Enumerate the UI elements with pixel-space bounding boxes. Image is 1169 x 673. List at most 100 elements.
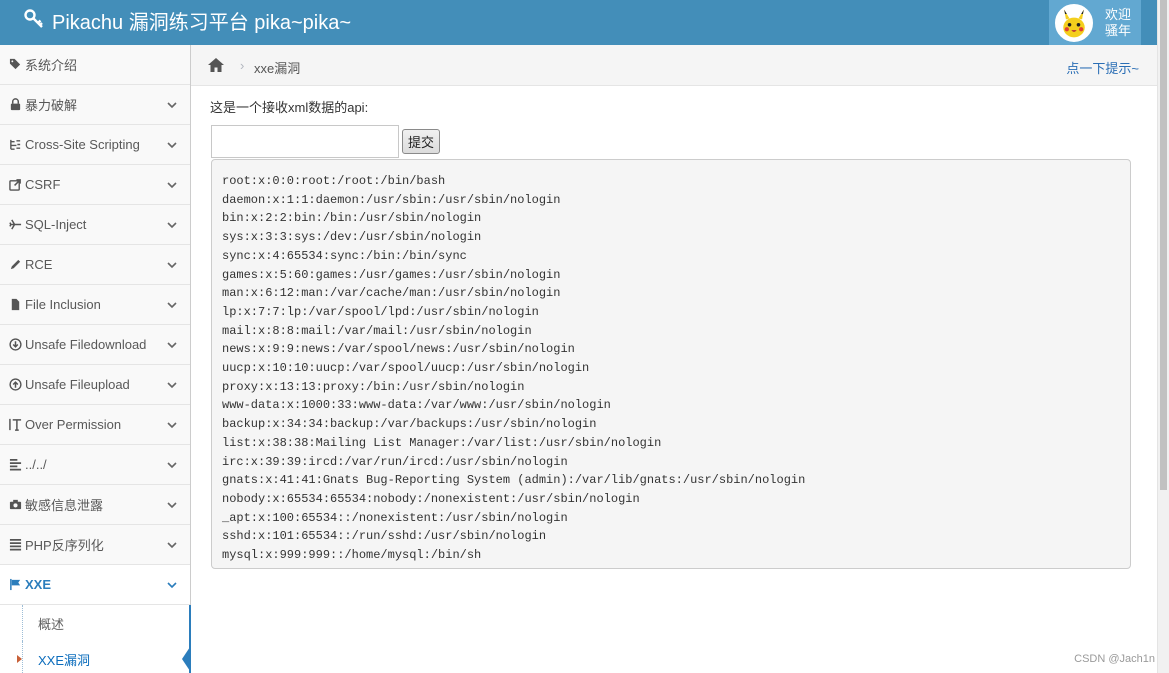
caret-right-icon: [17, 655, 22, 663]
align-left-icon: [8, 458, 22, 472]
sidebar-item-php-unserialize[interactable]: PHP反序列化: [0, 525, 190, 565]
result-line: man:x:6:12:man:/var/cache/man:/usr/sbin/…: [222, 286, 561, 301]
chevron-down-icon: [167, 222, 177, 229]
result-line: news:x:9:9:news:/var/spool/news:/usr/sbi…: [222, 342, 575, 357]
chevron-down-icon: [167, 582, 177, 589]
intro-text: 这是一个接收xml数据的api:: [210, 100, 369, 115]
submenu-item-label: 概述: [38, 616, 65, 632]
chevron-down-icon: [167, 182, 177, 189]
sidebar-item-label: ../../: [25, 457, 47, 472]
result-line: lp:x:7:7:lp:/var/spool/lpd:/usr/sbin/nol…: [222, 304, 539, 319]
result-line: bin:x:2:2:bin:/bin:/usr/sbin/nologin: [222, 211, 482, 226]
chevron-down-icon: [167, 342, 177, 349]
submenu-item-overview[interactable]: 概述: [0, 605, 190, 641]
result-line: root:x:0:0:root:/root:/bin/bash: [222, 174, 446, 188]
xml-input[interactable]: [211, 125, 399, 158]
result-line: irc:x:39:39:ircd:/var/run/ircd:/usr/sbin…: [222, 454, 568, 469]
result-line: _apt:x:100:65534::/nonexistent:/usr/sbin…: [222, 510, 568, 525]
text-height-icon: [8, 418, 22, 432]
sidebar-item-unsafe-fileupload[interactable]: Unsafe Fileupload: [0, 365, 190, 405]
sidebar-item-over-permission[interactable]: Over Permission: [0, 405, 190, 445]
vertical-scrollbar[interactable]: [1157, 0, 1169, 673]
result-line: sync:x:4:65534:sync:/bin:/bin/sync: [222, 248, 467, 263]
active-indicator-strip: [189, 605, 191, 673]
welcome-line-1: 欢迎: [1105, 6, 1132, 22]
chevron-down-icon: [167, 502, 177, 509]
sidebar-item-label: RCE: [25, 257, 53, 272]
sidebar-item-label: Unsafe Filedownload: [25, 337, 147, 352]
sidebar-item-label: Unsafe Fileupload: [25, 377, 130, 392]
sidebar-item-intro[interactable]: 系统介绍: [0, 45, 190, 85]
submit-button[interactable]: 提交: [402, 129, 440, 154]
flag-icon: [8, 578, 22, 592]
breadcrumb-current: xxe漏洞: [254, 61, 301, 76]
align-justify-icon: [8, 538, 22, 552]
brand[interactable]: Pikachu 漏洞练习平台 pika~pika~: [24, 9, 351, 36]
result-line: www-data:x:1000:33:www-data:/var/www:/us…: [222, 398, 611, 413]
plane-icon: [8, 218, 22, 232]
sidebar-item-csrf[interactable]: CSRF: [0, 165, 190, 205]
watermark: CSDN @Jach1n: [1074, 653, 1155, 665]
sidebar-item-label: 系统介绍: [25, 58, 78, 73]
result-output: root:x:0:0:root:/root:/bin/bash daemon:x…: [222, 172, 1120, 565]
scrollbar-thumb[interactable]: [1160, 0, 1167, 490]
chevron-down-icon: [167, 262, 177, 269]
submenu-item-xxe-vuln[interactable]: XXE漏洞: [0, 641, 190, 673]
sidebar-item-xxe[interactable]: XXE: [0, 565, 190, 605]
result-line: nobody:x:65534:65534:nobody:/nonexistent…: [222, 491, 640, 506]
breadcrumb-separator: ›: [240, 58, 245, 73]
sidebar-item-label: File Inclusion: [25, 297, 101, 312]
result-line: sys:x:3:3:sys:/dev:/usr/sbin/nologin: [222, 230, 482, 245]
result-line: mail:x:8:8:mail:/var/mail:/usr/sbin/nolo…: [222, 323, 532, 338]
sidebar-item-info-leak[interactable]: 敏感信息泄露: [0, 485, 190, 525]
sidebar-item-label: SQL-Inject: [25, 217, 87, 232]
sidebar-item-xss[interactable]: Cross-Site Scripting: [0, 125, 190, 165]
lock-icon: [8, 98, 22, 112]
key-icon: [24, 9, 44, 36]
sidebar-item-label: Cross-Site Scripting: [25, 137, 140, 152]
pencil-icon: [8, 258, 22, 272]
share-icon: [8, 178, 22, 192]
sidebar-item-label: Over Permission: [25, 417, 122, 432]
sidebar-item-path-traversal[interactable]: ../../: [0, 445, 190, 485]
user-menu[interactable]: 欢迎 骚年: [1049, 0, 1141, 45]
sidebar-item-label: 暴力破解: [25, 98, 78, 113]
result-line: list:x:38:38:Mailing List Manager:/var/l…: [222, 435, 662, 450]
result-line: backup:x:34:34:backup:/var/backups:/usr/…: [222, 417, 597, 432]
breadcrumb: › xxe漏洞 点一下提示~: [191, 45, 1157, 86]
submenu-item-label: XXE漏洞: [38, 652, 91, 668]
hint-link[interactable]: 点一下提示~: [1066, 58, 1139, 77]
sidebar-item-unsafe-filedownload[interactable]: Unsafe Filedownload: [0, 325, 190, 365]
sidebar-item-label: XXE: [25, 577, 52, 592]
camera-icon: [8, 498, 22, 512]
result-line: games:x:5:60:games:/usr/games:/usr/sbin/…: [222, 267, 561, 282]
home-icon[interactable]: [207, 57, 225, 73]
chevron-down-icon: [167, 422, 177, 429]
avatar: [1055, 3, 1093, 42]
top-navbar: Pikachu 漏洞练习平台 pika~pika~ 欢迎 骚年: [0, 0, 1157, 45]
chevron-down-icon: [167, 462, 177, 469]
sidebar-item-label: PHP反序列化: [25, 538, 104, 553]
tags-icon: [8, 58, 22, 72]
sidebar-item-brute-force[interactable]: 暴力破解: [0, 85, 190, 125]
sidebar-item-rce[interactable]: RCE: [0, 245, 190, 285]
chevron-down-icon: [167, 102, 177, 109]
xxe-submenu: 概述 XXE漏洞: [0, 605, 191, 673]
list-tree-icon: [8, 138, 22, 152]
download-circle-icon: [8, 338, 22, 352]
sidebar-item-label: 敏感信息泄露: [25, 498, 104, 513]
brand-title: Pikachu 漏洞练习平台 pika~pika~: [52, 11, 352, 34]
sidebar: 系统介绍 暴力破解 Cross-Site Scripting CSRF SQL-…: [0, 45, 191, 673]
chevron-down-icon: [167, 302, 177, 309]
chevron-down-icon: [167, 382, 177, 389]
result-line: uucp:x:10:10:uucp:/var/spool/uucp:/usr/s…: [222, 361, 590, 376]
sidebar-item-sql-inject[interactable]: SQL-Inject: [0, 205, 190, 245]
result-line: gnats:x:41:41:Gnats Bug-Reporting System…: [222, 473, 806, 488]
chevron-down-icon: [167, 542, 177, 549]
welcome-line-2: 骚年: [1105, 22, 1132, 38]
sidebar-item-label: CSRF: [25, 177, 61, 192]
result-line: proxy:x:13:13:proxy:/bin:/usr/sbin/nolog…: [222, 379, 525, 394]
sidebar-item-file-inclusion[interactable]: File Inclusion: [0, 285, 190, 325]
upload-circle-icon: [8, 378, 22, 392]
result-line: daemon:x:1:1:daemon:/usr/sbin:/usr/sbin/…: [222, 192, 561, 207]
